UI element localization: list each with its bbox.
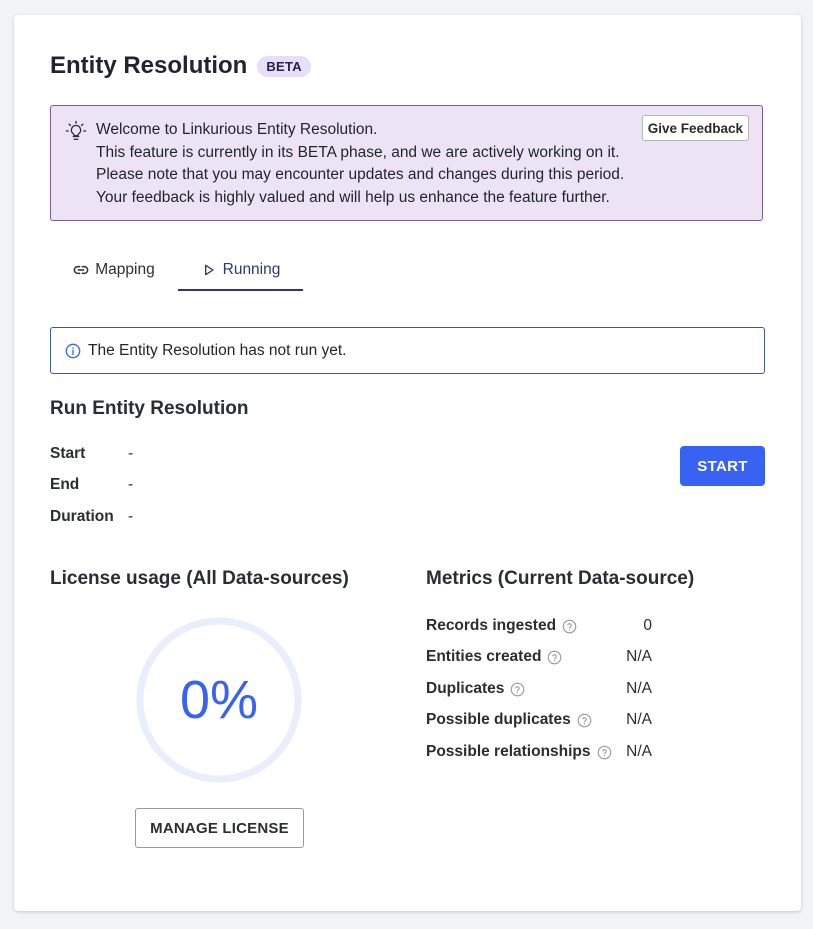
run-label: Duration <box>50 508 114 525</box>
link-icon <box>73 265 89 275</box>
play-icon <box>204 264 214 276</box>
entity-resolution-panel: Entity Resolution BETA Welcome to Linkur… <box>14 15 801 911</box>
run-value: - <box>128 445 134 462</box>
license-usage-percent: 0% <box>179 670 259 730</box>
metric-label-text: Records ingested <box>426 617 557 634</box>
metric-row-entities-created: Entities created N/A <box>426 648 652 670</box>
beta-banner: Welcome to Linkurious Entity Resolution.… <box>50 105 763 221</box>
help-icon[interactable] <box>547 650 562 665</box>
tab-label: Running <box>222 261 281 278</box>
metric-row-records-ingested: Records ingested 0 <box>426 617 652 639</box>
help-icon[interactable] <box>577 713 592 728</box>
metric-label: Entities created <box>426 648 562 666</box>
page-title: Entity Resolution <box>50 52 248 79</box>
metric-row-possible-duplicates: Possible duplicates N/A <box>426 711 652 733</box>
run-label: End <box>50 476 80 493</box>
manage-license-button[interactable]: MANAGE LICENSE <box>135 808 304 848</box>
metric-label-text: Possible relationships <box>426 743 591 760</box>
tab-mapping[interactable]: Mapping <box>50 251 178 289</box>
metrics-section-title: Metrics (Current Data-source) <box>426 568 695 589</box>
metric-value: N/A <box>626 680 652 697</box>
banner-line: This feature is currently in its BETA ph… <box>96 143 620 161</box>
metric-value: 0 <box>643 617 652 634</box>
tab-running[interactable]: Running <box>178 251 303 291</box>
run-label: Start <box>50 445 86 462</box>
metric-value: N/A <box>626 711 652 728</box>
not-run-alert: The Entity Resolution has not run yet. <box>50 327 765 374</box>
run-section-title: Run Entity Resolution <box>50 398 249 419</box>
run-value: - <box>128 508 134 525</box>
license-section-title: License usage (All Data-sources) <box>50 568 349 589</box>
tab-bar: Mapping Running <box>50 251 303 291</box>
banner-line: Please note that you may encounter updat… <box>96 166 625 183</box>
help-icon[interactable] <box>562 619 577 634</box>
banner-text: Welcome to Linkurious Entity Resolution.… <box>96 119 624 209</box>
start-button[interactable]: START <box>680 446 765 486</box>
metric-label-text: Possible duplicates <box>426 711 571 728</box>
metric-label: Duplicates <box>426 680 525 698</box>
run-row-duration: Duration - <box>50 508 133 526</box>
metric-value: N/A <box>626 743 652 760</box>
run-row-start: Start - <box>50 445 133 463</box>
run-value: - <box>128 476 134 493</box>
tab-label: Mapping <box>95 261 155 278</box>
banner-line: Welcome to Linkurious Entity Resolution. <box>96 121 378 138</box>
banner-line: Your feedback is highly valued and will … <box>96 188 610 206</box>
metric-row-possible-relationships: Possible relationships N/A <box>426 743 652 765</box>
run-row-end: End - <box>50 476 133 494</box>
info-icon <box>65 343 81 358</box>
metric-label: Possible relationships <box>426 743 612 761</box>
help-icon[interactable] <box>597 745 612 760</box>
give-feedback-button[interactable]: Give Feedback <box>641 115 749 141</box>
alert-message: The Entity Resolution has not run yet. <box>88 341 347 359</box>
page-header: Entity Resolution BETA <box>50 52 311 80</box>
metric-label-text: Entities created <box>426 648 542 665</box>
metric-label: Possible duplicates <box>426 711 592 729</box>
metric-label-text: Duplicates <box>426 680 505 697</box>
lightbulb-icon <box>65 120 87 140</box>
beta-badge: BETA <box>257 55 311 77</box>
help-icon[interactable] <box>510 682 525 697</box>
metric-label: Records ingested <box>426 617 577 635</box>
metric-row-duplicates: Duplicates N/A <box>426 680 652 702</box>
metric-value: N/A <box>626 648 652 665</box>
